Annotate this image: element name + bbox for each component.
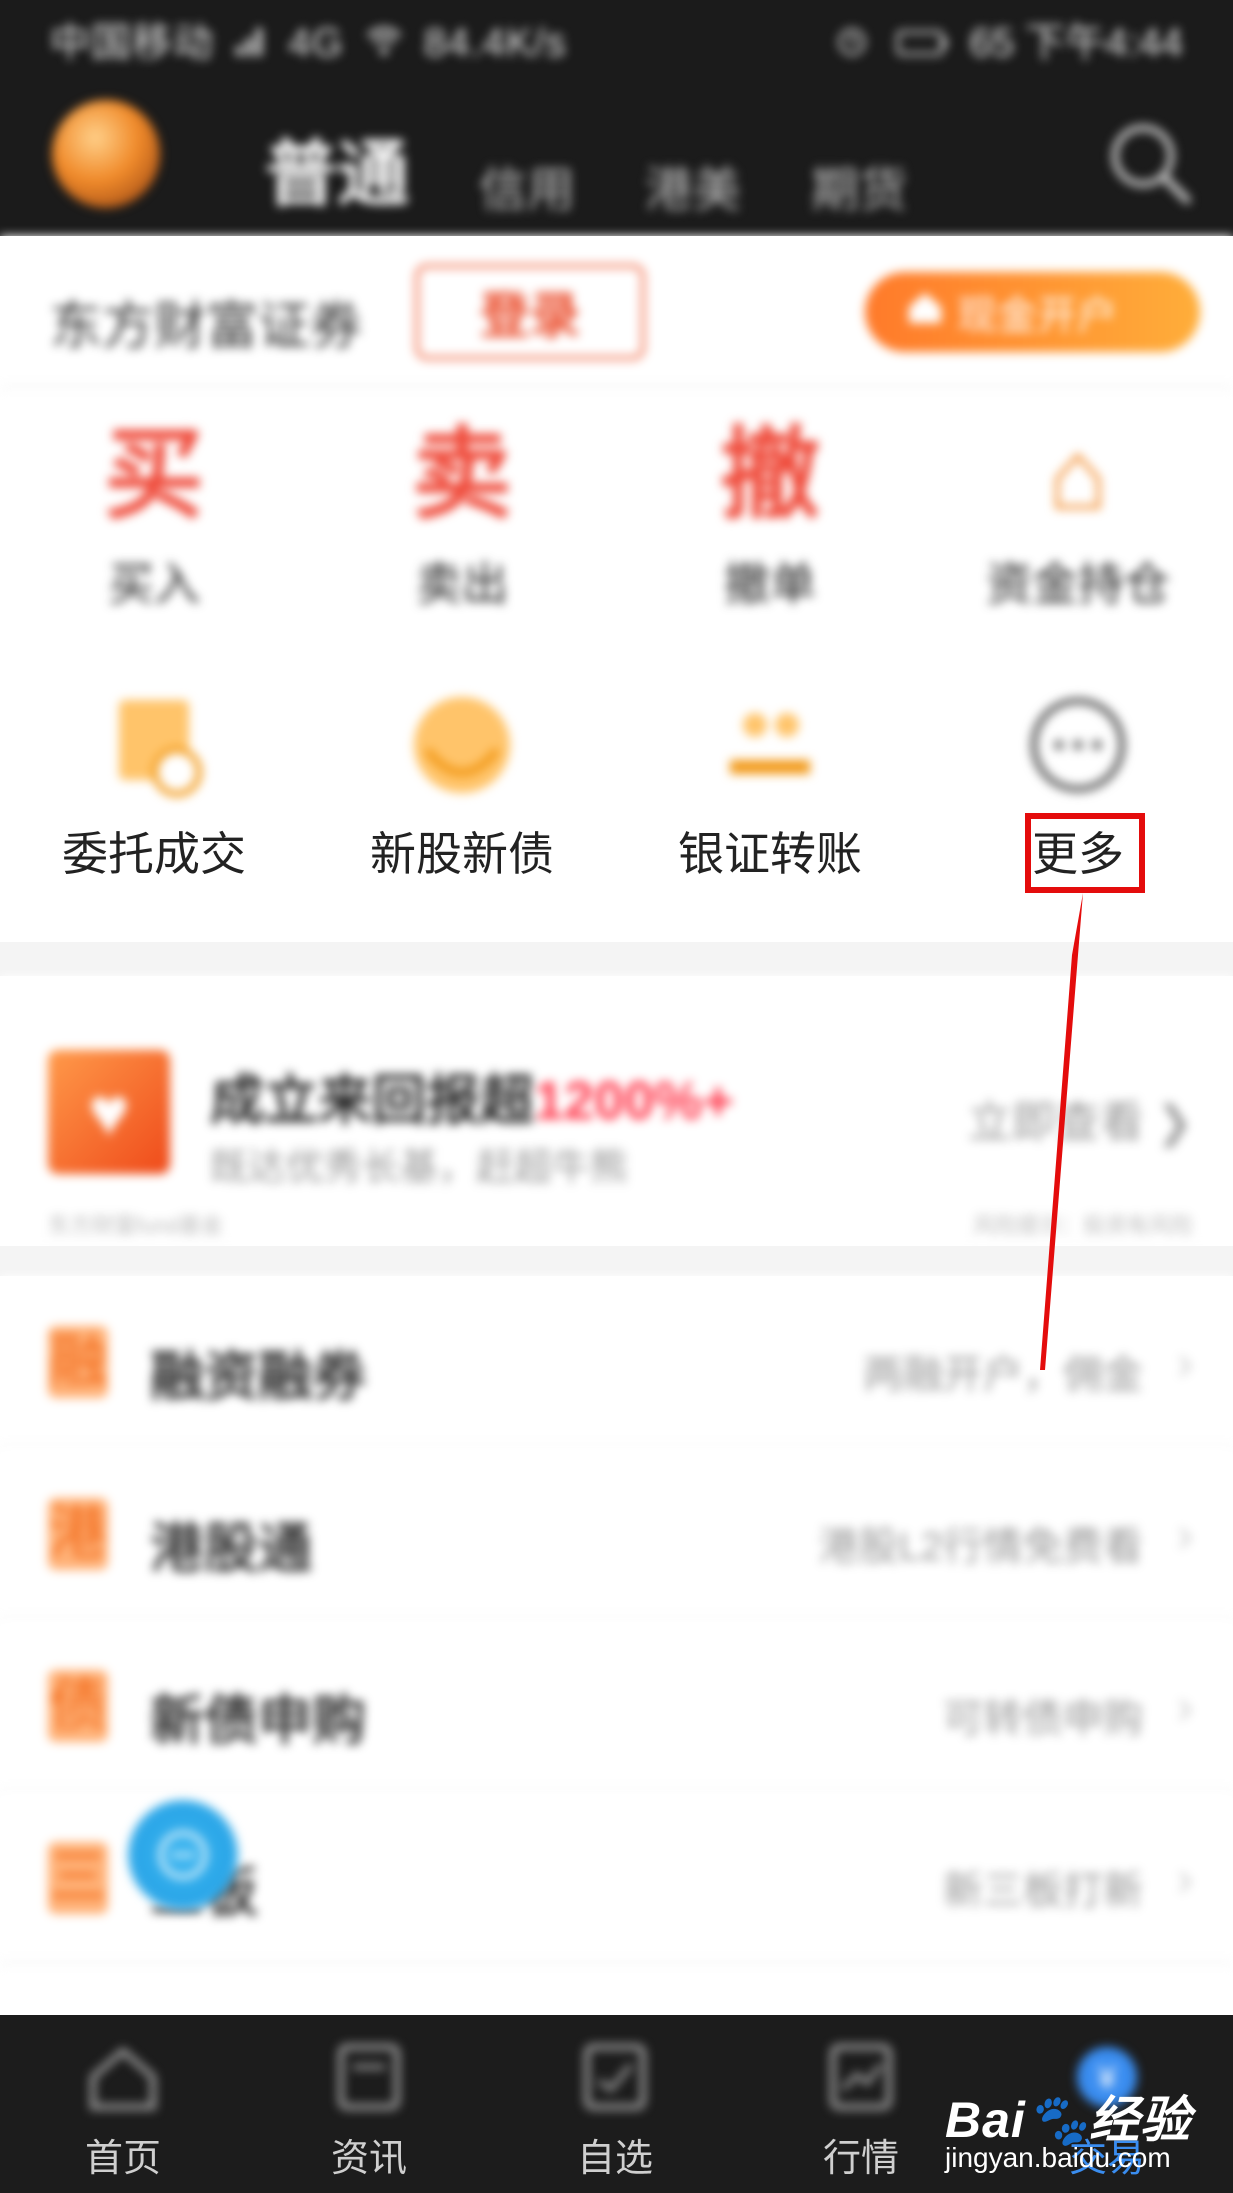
sell-label: 卖出	[416, 558, 508, 610]
network-label: 4G	[288, 21, 344, 65]
list-item-title: 融资融券	[150, 1347, 366, 1407]
list-item-desc: 两融开户，佣金	[863, 1353, 1143, 1397]
home-icon	[905, 287, 945, 337]
watermark-site: jingyan.baidu.com	[945, 2142, 1171, 2173]
promo-title-text: 成立来回报超	[210, 1071, 534, 1131]
orders-trades-label: 委托成交	[62, 828, 246, 880]
bank-transfer-icon	[715, 690, 825, 800]
open-account-label: 现金开户	[957, 294, 1117, 338]
holdings-button[interactable]: ⌂ 资金持仓	[924, 420, 1232, 630]
buy-icon: 买	[104, 419, 204, 531]
battery-icon	[896, 23, 950, 68]
sell-icon: 卖	[412, 419, 512, 531]
chevron-right-icon: ›	[1177, 1681, 1193, 1734]
promo-highlight: 1200%+	[534, 1071, 734, 1131]
sell-button[interactable]: 卖 卖出	[308, 420, 616, 630]
orders-trades-button[interactable]: 委托成交	[0, 690, 308, 900]
trade-type-tabs: 普通 信用 港美 期货	[265, 100, 907, 220]
clock-label: 下午4:44	[1025, 21, 1183, 65]
chevron-right-icon: ›	[1177, 1337, 1193, 1390]
holdings-label: 资金持仓	[986, 558, 1170, 610]
bank-transfer-label: 银证转账	[678, 828, 862, 880]
ipo-bonds-button[interactable]: 新股新债	[308, 690, 616, 900]
ipo-icon	[407, 690, 517, 800]
more-icon	[1023, 690, 1133, 800]
list-item-hk-connect[interactable]: 港 港股通 港股L2行情免费看 ›	[0, 1448, 1233, 1620]
promo-icon: ♥	[48, 1050, 170, 1174]
chart-icon	[821, 2037, 901, 2117]
promo-subtitle: 既达优秀长基，赶超牛熊	[210, 1147, 629, 1189]
tab-futures[interactable]: 期货	[811, 150, 907, 220]
buy-label: 买入	[108, 558, 200, 610]
tab-watchlist[interactable]: 自选	[492, 2015, 738, 2193]
list-item-margin-trading[interactable]: 融 融资融券 两融开户，佣金 ›	[0, 1276, 1233, 1448]
neeq-icon: 三	[48, 1842, 108, 1914]
status-bar: 中国移动 4G 84.4K/s 65 下午4:44	[0, 0, 1233, 70]
user-avatar[interactable]	[52, 100, 160, 208]
promo-risk-note: 风险提示：投资有风险	[972, 1213, 1193, 1238]
hk-connect-icon: 港	[48, 1498, 108, 1570]
list-item-desc: 新三板打新	[943, 1869, 1143, 1913]
status-right: 65 下午4:44	[827, 10, 1183, 68]
tab-home[interactable]: 首页	[0, 2015, 246, 2193]
top-header: 中国移动 4G 84.4K/s 65 下午4:44 普通 信用 港美 期货	[0, 0, 1233, 236]
promo-banner[interactable]: ♥ 成立来回报超1200%+ 既达优秀长基，赶超牛熊 立即查看 ❯ 东方财富fu…	[0, 976, 1233, 1246]
section-divider	[0, 942, 1233, 976]
margin-trading-icon: 融	[48, 1326, 108, 1398]
login-button[interactable]: 登录	[415, 264, 645, 360]
orders-icon	[99, 690, 209, 800]
home-icon	[83, 2037, 163, 2117]
promo-disclaimer: 东方财富fund基金	[48, 1213, 223, 1238]
cancel-order-icon: 撤	[720, 419, 820, 531]
more-highlight-box	[1025, 813, 1145, 893]
chat-icon	[159, 1831, 207, 1879]
speed-label: 84.4K/s	[423, 21, 567, 65]
promo-title: 成立来回报超1200%+	[210, 1056, 734, 1135]
tab-hk-us[interactable]: 港美	[645, 150, 741, 220]
status-left: 中国移动 4G 84.4K/s	[50, 10, 567, 68]
carrier-label: 中国移动	[50, 21, 214, 65]
wifi-icon	[364, 23, 404, 68]
tab-news[interactable]: 资讯	[246, 2015, 492, 2193]
chevron-right-icon: ›	[1177, 1853, 1193, 1906]
broker-name: 东方财富证券	[50, 298, 363, 356]
list-item-desc: 港股L2行情免费看	[818, 1525, 1144, 1569]
list-item-desc: 可转债申购	[943, 1697, 1143, 1741]
cancel-order-label: 撤单	[724, 558, 816, 610]
signal-icon	[234, 23, 268, 68]
cancel-order-button[interactable]: 撤 撤单	[616, 420, 924, 630]
watchlist-icon	[575, 2037, 655, 2117]
tab-credit[interactable]: 信用	[479, 150, 575, 220]
quick-actions-row-1: 买 买入 卖 卖出 撤 撤单 ⌂ 资金持仓	[0, 420, 1233, 630]
list-item-bond-subscription[interactable]: 债 新债申购 可转债申购 ›	[0, 1620, 1233, 1792]
chevron-right-icon: ›	[1177, 1509, 1193, 1562]
bond-subscription-icon: 债	[48, 1670, 108, 1742]
account-row: 东方财富证券 登录 现金开户	[0, 236, 1233, 388]
bank-transfer-button[interactable]: 银证转账	[616, 690, 924, 900]
floating-chat-button[interactable]	[128, 1800, 238, 1910]
holdings-icon: ⌂	[1047, 419, 1109, 531]
tab-label: 自选	[576, 2138, 653, 2180]
open-account-button[interactable]: 现金开户	[865, 272, 1200, 352]
tab-label: 首页	[84, 2138, 161, 2180]
promo-cta[interactable]: 立即查看 ❯	[968, 1086, 1193, 1150]
alarm-icon	[835, 23, 869, 68]
tab-normal[interactable]: 普通	[265, 115, 409, 220]
news-icon	[329, 2037, 409, 2117]
ipo-bonds-label: 新股新债	[370, 828, 554, 880]
list-item-title: 港股通	[150, 1519, 312, 1579]
search-icon[interactable]	[1105, 118, 1195, 208]
buy-button[interactable]: 买 买入	[0, 420, 308, 630]
tab-label: 资讯	[330, 2138, 407, 2180]
battery-level: 65	[969, 21, 1015, 65]
baidu-jingyan-watermark: Bai🐾经验 jingyan.baidu.com	[945, 2080, 1215, 2180]
list-item-title: 新债申购	[150, 1691, 366, 1751]
section-divider	[0, 1246, 1233, 1276]
